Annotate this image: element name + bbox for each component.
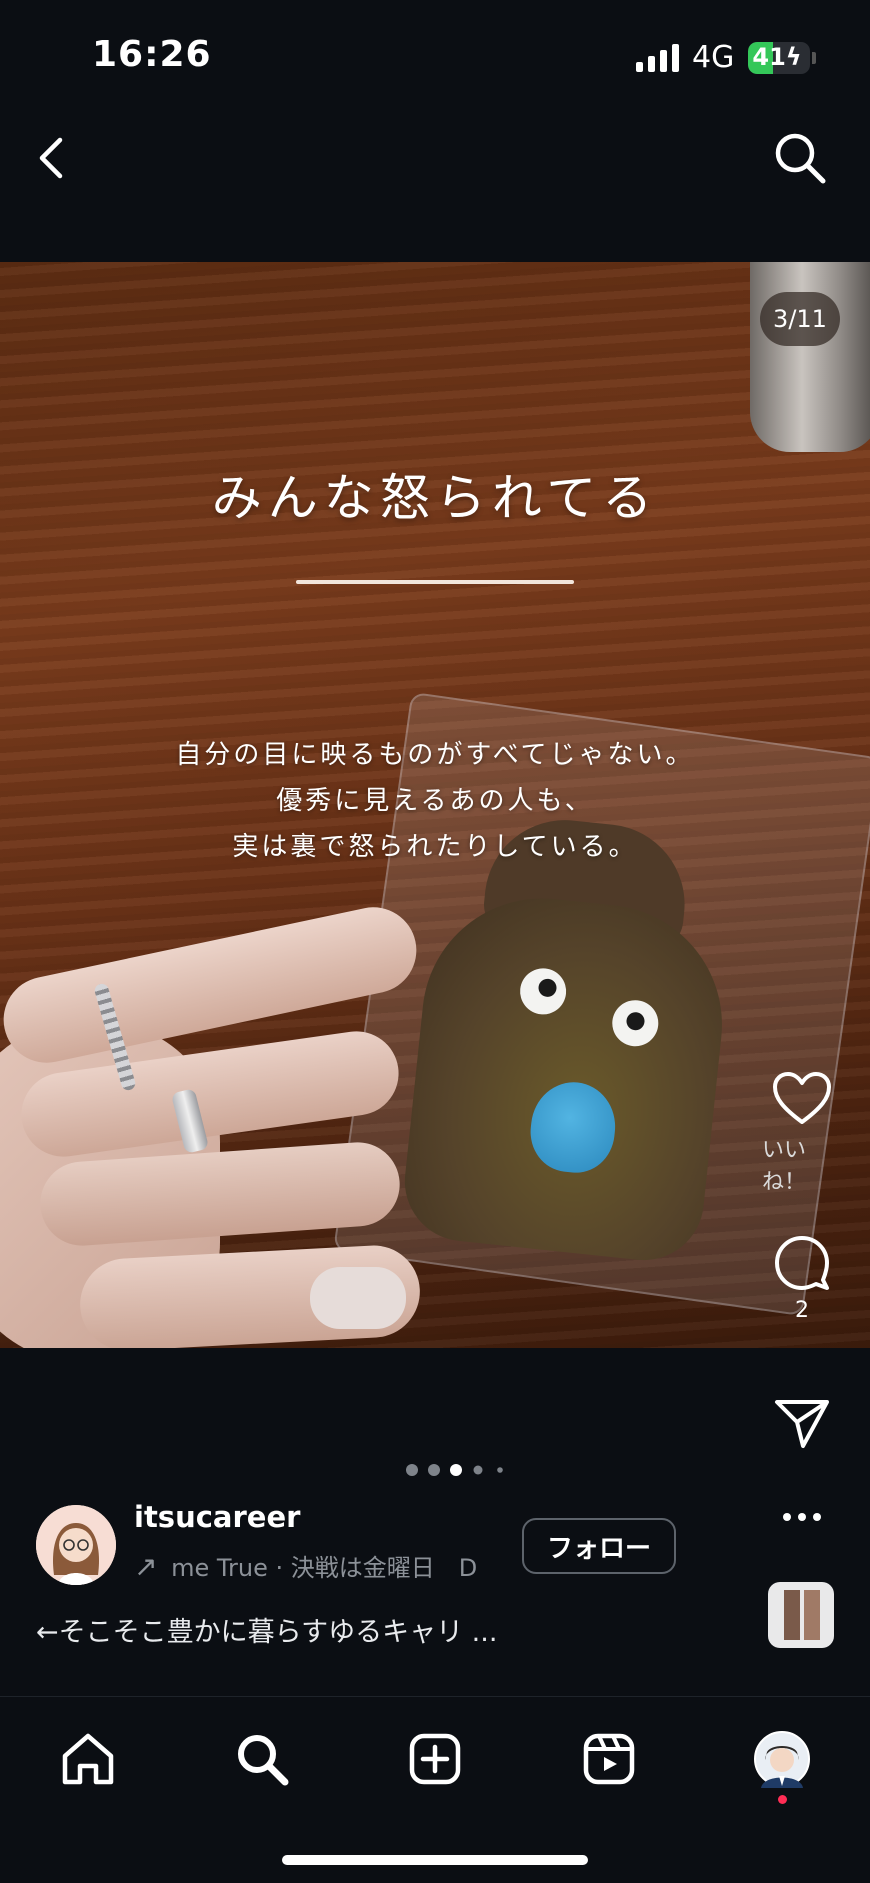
send-icon	[775, 1400, 829, 1448]
signal-icon	[636, 44, 679, 72]
create-icon	[409, 1733, 461, 1785]
avatar-illustration	[36, 1505, 116, 1585]
like-label: いいね！	[762, 1138, 807, 1195]
tab-create[interactable]	[395, 1719, 475, 1799]
author-avatar[interactable]	[36, 1505, 116, 1585]
post-headline: みんな怒られてる	[211, 469, 659, 527]
tab-search[interactable]	[222, 1719, 302, 1799]
more-options-button[interactable]	[762, 1502, 842, 1532]
back-button[interactable]	[22, 128, 82, 188]
reels-icon	[583, 1733, 635, 1785]
audio-thumbnail[interactable]	[768, 1582, 834, 1648]
carousel-dot	[473, 1465, 483, 1475]
comment-icon	[775, 1236, 829, 1290]
home-icon	[62, 1733, 114, 1785]
carousel-dots	[406, 1464, 503, 1476]
hand-image	[0, 899, 460, 1348]
battery-icon: 41ϟ	[748, 42, 810, 74]
image-counter: 3/11	[760, 292, 840, 346]
comment-count: 2	[795, 1298, 809, 1323]
heart-icon	[773, 1072, 831, 1124]
post-body-text: 自分の目に映るものがすべてじゃない。 優秀に見えるあの人も、 実は裏で怒られたり…	[0, 732, 870, 870]
status-time: 16:26	[92, 34, 212, 75]
network-type: 4G	[692, 40, 735, 75]
carousel-dot	[406, 1464, 418, 1476]
search-icon	[238, 1735, 289, 1786]
battery-cap	[812, 52, 816, 64]
profile-avatar	[754, 1731, 810, 1788]
tab-home[interactable]	[48, 1719, 128, 1799]
battery-level: 41ϟ	[752, 43, 802, 71]
follow-button[interactable]: フォロー	[522, 1518, 676, 1574]
carousel-dot	[428, 1464, 440, 1476]
notification-dot	[778, 1795, 787, 1804]
carousel-dot-active	[450, 1464, 462, 1476]
tab-reels[interactable]	[569, 1719, 649, 1799]
post-caption[interactable]: ←そこそこ豊かに暮らすゆるキャリ ...	[36, 1610, 497, 1649]
comment-button[interactable]: 2	[762, 1234, 842, 1323]
arrow-up-right-icon: ↗	[134, 1550, 158, 1583]
like-button[interactable]: いいね！	[762, 1070, 842, 1196]
author-username[interactable]: itsucareer	[134, 1500, 300, 1534]
post-image[interactable]: 3/11 みんな怒られてる 自分の目に映るものがすべてじゃない。 優秀に見えるあ…	[0, 262, 870, 1348]
share-button[interactable]	[762, 1396, 842, 1450]
thermos-image	[750, 262, 870, 452]
search-icon	[775, 133, 826, 184]
body-line: 優秀に見えるあの人も、	[276, 786, 594, 816]
home-indicator	[282, 1855, 588, 1865]
audio-track-text: me True · 決戦は金曜日 D	[171, 1554, 478, 1582]
headline-divider	[296, 580, 574, 584]
more-icon	[783, 1513, 821, 1521]
tab-profile[interactable]	[742, 1719, 822, 1799]
carousel-dot	[497, 1467, 503, 1473]
chevron-left-icon	[39, 137, 63, 179]
search-button[interactable]	[770, 128, 830, 188]
audio-subline[interactable]: ↗ me True · 決戦は金曜日 D	[134, 1548, 477, 1583]
body-line: 実は裏で怒られたりしている。	[232, 832, 638, 862]
body-line: 自分の目に映るものがすべてじゃない。	[175, 740, 695, 770]
